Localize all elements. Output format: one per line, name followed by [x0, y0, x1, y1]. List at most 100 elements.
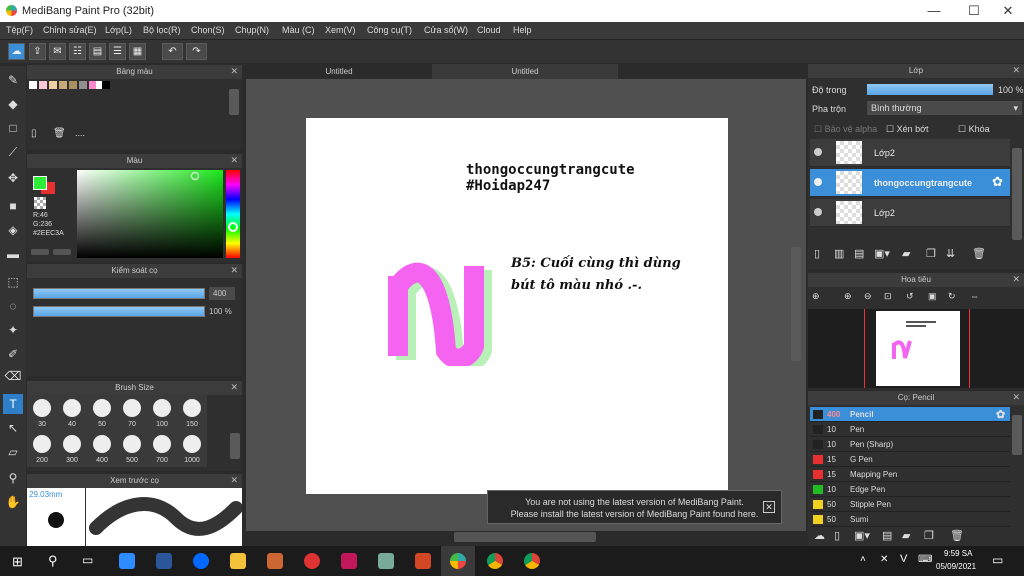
brush-list-item[interactable]: 10 Pen (Sharp)	[810, 437, 1010, 452]
palette-swatch[interactable]	[69, 81, 77, 89]
palette-swatch[interactable]	[29, 81, 37, 89]
brush-list-scrollbar[interactable]	[1012, 415, 1022, 455]
layer-row[interactable]: thongoccungtrangcute ✿	[810, 169, 1010, 197]
brush-tool-icon[interactable]: ✎	[3, 70, 23, 90]
zalo-app-icon[interactable]	[193, 553, 209, 569]
new-halftone-layer-icon[interactable]: ▥	[834, 247, 844, 260]
layer-opacity-slider[interactable]	[867, 84, 993, 95]
brush-list-item[interactable]: 400 Pencil ✿	[810, 407, 1010, 422]
bucket-tool-icon[interactable]: ◈	[3, 220, 23, 240]
close-icon[interactable]: ✕	[230, 475, 238, 486]
layer-scrollbar[interactable]	[1012, 148, 1022, 240]
menu-cloud[interactable]: Cloud	[477, 25, 501, 35]
reset-view-icon[interactable]: ▣	[928, 291, 937, 302]
menu-help[interactable]: Help	[513, 25, 532, 35]
lasso-tool-icon[interactable]: ◌	[3, 296, 23, 316]
close-icon[interactable]: ✕	[763, 501, 775, 513]
eyedropper-icon[interactable]: ⚲	[3, 468, 23, 488]
operation-tool-icon[interactable]: ↖	[3, 418, 23, 438]
rotate-right-icon[interactable]: ↻	[948, 291, 956, 302]
menu-filter[interactable]: Bộ lọc(R)	[143, 25, 181, 35]
new-palette-icon[interactable]: ▯	[31, 128, 37, 139]
palette-swatch[interactable]	[79, 81, 87, 89]
brush-size-preset[interactable]: 200	[27, 431, 57, 467]
brush-size-preset[interactable]: 400	[87, 431, 117, 467]
app-icon[interactable]	[304, 553, 320, 569]
menu-file[interactable]: Tệp(F)	[6, 25, 33, 35]
divide-tool-icon[interactable]: ▱	[3, 442, 23, 462]
word-app-icon[interactable]	[156, 553, 172, 569]
brush-list-item[interactable]: 50 Sumi	[810, 512, 1010, 527]
chat-icon[interactable]: ☷	[69, 43, 86, 60]
color-picker-cursor[interactable]	[191, 172, 199, 180]
select-pen-icon[interactable]: ✐	[3, 344, 23, 364]
brush-size-preset[interactable]: 150	[177, 395, 207, 431]
trash-icon[interactable]: 🗑	[950, 529, 964, 542]
gradient-tool-icon[interactable]: ▬	[3, 244, 23, 264]
brush-opacity-slider[interactable]	[33, 306, 205, 317]
eye-icon[interactable]	[814, 208, 822, 216]
palette-swatch[interactable]	[102, 81, 110, 89]
merge-icon[interactable]: ⇊	[946, 247, 955, 260]
duplicate-icon[interactable]: ❐	[926, 247, 936, 260]
saturation-value-picker[interactable]	[77, 170, 223, 258]
select-rect-tool-icon[interactable]: ⬚	[3, 272, 23, 292]
task-view-icon[interactable]: ▭	[82, 553, 93, 567]
menu-edit[interactable]: Chỉnh sửa(E)	[43, 25, 97, 35]
gear-icon[interactable]: ✿	[992, 174, 1003, 190]
menu-capture[interactable]: Chụp(N)	[235, 25, 269, 35]
zoom-in-step-icon[interactable]: ⊕	[844, 291, 852, 302]
duplicate-icon[interactable]: ❐	[924, 529, 934, 542]
brush-list-item[interactable]: 10 Pen	[810, 422, 1010, 437]
folder-icon[interactable]: ▰	[902, 529, 910, 542]
brush-size-scrollbar[interactable]	[230, 433, 240, 459]
brush-list-item[interactable]: 50 Stipple Pen	[810, 497, 1010, 512]
zoom-in-icon[interactable]: ⊕	[812, 291, 820, 302]
add-layer-menu-icon[interactable]: ▣▾	[874, 247, 890, 260]
close-icon[interactable]: ✕	[1012, 274, 1020, 285]
powerpoint-app-icon[interactable]	[415, 553, 431, 569]
brush-size-preset[interactable]: 500	[117, 431, 147, 467]
chrome-app-icon[interactable]	[487, 553, 503, 569]
comment-icon[interactable]: ✉	[49, 43, 66, 60]
undo-icon[interactable]: ↶	[162, 43, 183, 60]
file-explorer-icon[interactable]	[230, 553, 246, 569]
flip-icon[interactable]: ⇔	[970, 291, 979, 301]
eye-icon[interactable]	[814, 178, 822, 186]
alpha-protect-checkbox[interactable]: ☐ Bảo vệ alpha	[814, 124, 877, 135]
palette-swatch[interactable]	[59, 81, 67, 89]
transparent-color-swatch[interactable]	[34, 197, 46, 209]
app-icon[interactable]	[267, 553, 283, 569]
grid-icon[interactable]: ▦	[129, 43, 146, 60]
menu-layer[interactable]: Lớp(L)	[105, 25, 132, 35]
medibang-app-icon[interactable]	[450, 553, 466, 569]
close-icon[interactable]: ✕	[230, 155, 238, 166]
color-option-button[interactable]	[53, 249, 71, 255]
menu-color[interactable]: Màu (C)	[282, 25, 315, 35]
brush-size-preset[interactable]: 30	[27, 395, 57, 431]
eraser-tool-icon[interactable]: ◆	[3, 94, 23, 114]
menu-select[interactable]: Chọn(S)	[191, 25, 225, 35]
clock-date[interactable]: 05/09/2021	[936, 562, 976, 571]
brush-size-preset[interactable]: 700	[147, 431, 177, 467]
brush-size-preset[interactable]: 50	[87, 395, 117, 431]
magic-wand-icon[interactable]: ✦	[3, 320, 23, 340]
move-tool-icon[interactable]: ✥	[3, 168, 23, 188]
brush-size-slider[interactable]	[33, 288, 205, 299]
brush-settings-icon[interactable]: ▤	[882, 529, 892, 542]
rotate-left-icon[interactable]: ↺	[906, 291, 914, 302]
paint-app-icon[interactable]	[378, 553, 394, 569]
close-icon[interactable]: ✕	[230, 265, 238, 276]
brush-list-item[interactable]: 10 Edge Pen	[810, 482, 1010, 497]
close-button[interactable]: ✕	[990, 0, 1024, 22]
zoom-app-icon[interactable]	[119, 553, 135, 569]
close-icon[interactable]: ✕	[1012, 65, 1020, 76]
clipping-checkbox[interactable]: ☐ Xén bớt	[886, 124, 929, 135]
trash-icon[interactable]: 🗑	[53, 128, 66, 139]
close-icon[interactable]: ✕	[230, 66, 238, 77]
windows-start-icon[interactable]: ⊞	[12, 554, 23, 570]
new-brush-icon[interactable]: ▯	[834, 529, 840, 542]
brush-list-item[interactable]: 15 G Pen	[810, 452, 1010, 467]
new-layer-icon[interactable]: ▯	[814, 247, 820, 260]
hue-slider[interactable]	[226, 170, 240, 258]
